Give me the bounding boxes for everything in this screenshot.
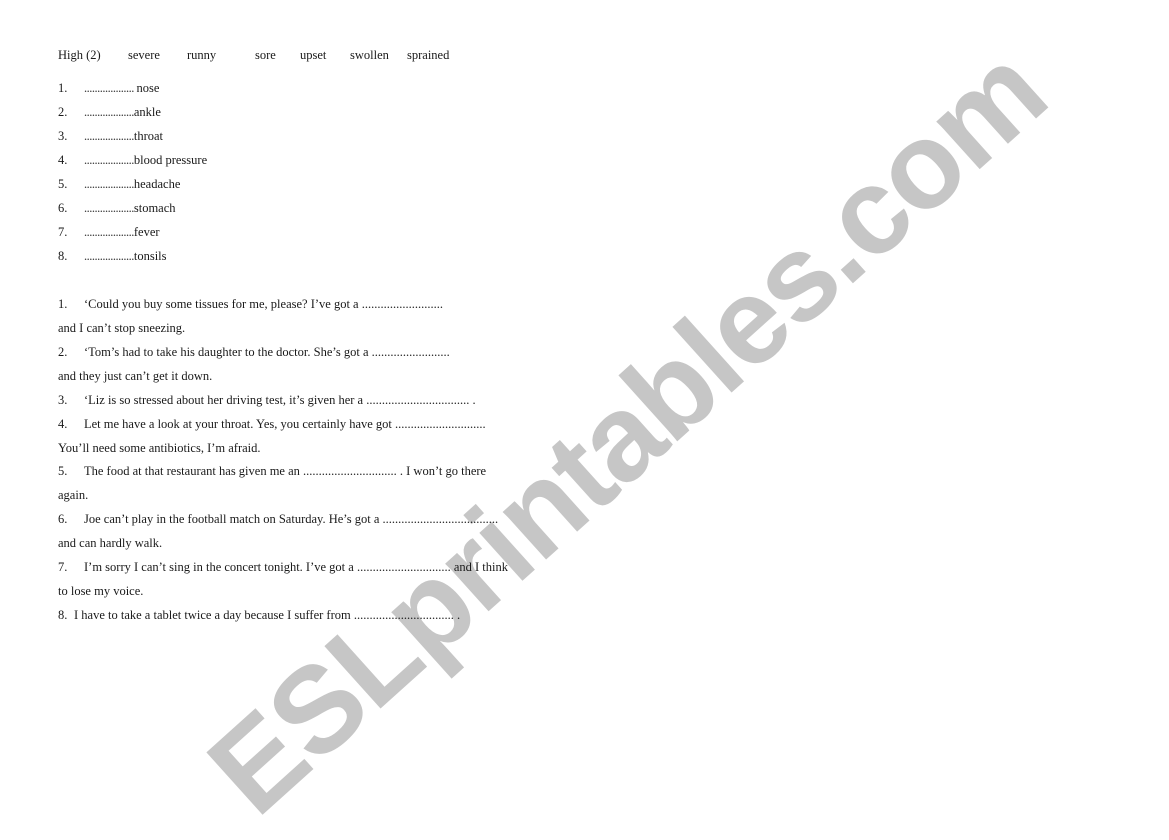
matching-item: 1.................... nose <box>58 81 160 95</box>
matching-item: 8. ...................tonsils <box>58 249 167 263</box>
sentence-text: I’m sorry I can’t sing in the concert to… <box>84 560 508 574</box>
sentence-continuation: and I can’t stop sneezing. <box>58 321 186 335</box>
sentence-text: Joe can’t play in the football match on … <box>84 512 499 526</box>
sentence-item: 5. The food at that restaurant has given … <box>58 464 487 478</box>
matching-item: 7. ...................fever <box>58 225 160 239</box>
answer-blank: ................... <box>84 153 134 167</box>
sentence-continuation: to lose my voice. <box>58 584 144 598</box>
sentence-item: 2. ‘Tom’s had to take his daughter to the… <box>58 345 450 359</box>
sentence-text: Let me have a look at your throat. Yes, … <box>84 417 486 431</box>
sentence-item: 3. ‘Liz is so stressed about her driving … <box>58 393 476 407</box>
word-bank: High (2) severe runny sore upset swollen sprai… <box>58 48 449 63</box>
sentence-continuation: again. <box>58 488 89 502</box>
answer-blank: ................... <box>84 249 134 263</box>
sentence-item: 6. Joe can’t play in the football match o… <box>58 512 499 526</box>
sentence-text: I have to take a tablet twice a day beca… <box>74 608 461 622</box>
sentence-text: ‘Liz is so stressed about her driving te… <box>84 393 476 407</box>
word-bank-item: sore <box>255 48 276 62</box>
sentence-text: The food at that restaurant has given me… <box>84 464 487 478</box>
word-bank-item: sprained <box>407 48 450 62</box>
sentence-continuation: You’ll need some antibiotics, I’m afraid… <box>58 441 261 455</box>
sentence-item: 4. Let me have a look at your throat. Yes… <box>58 417 486 431</box>
matching-item: 6. ...................stomach <box>58 201 176 215</box>
answer-blank: ................... <box>84 225 134 239</box>
answer-blank: ................... <box>84 105 134 119</box>
answer-blank: ................... <box>84 201 134 215</box>
matching-item: 2. ...................ankle <box>58 105 161 119</box>
word-bank-item: upset <box>300 48 327 62</box>
sentence-item: 1. ‘Could you buy some tissues for me, pl… <box>58 297 443 311</box>
sentence-continuation: and they just can’t get it down. <box>58 369 213 383</box>
answer-blank: ................... <box>84 81 137 95</box>
sentence-item: 8. I have to take a tablet twice a day be… <box>58 608 461 622</box>
sentence-continuation: and can hardly walk. <box>58 536 163 550</box>
sentence-text: ‘Could you buy some tissues for me, plea… <box>84 297 443 311</box>
sentence-text: ‘Tom’s had to take his daughter to the d… <box>84 345 450 359</box>
answer-blank: ................... <box>84 129 134 143</box>
matching-item: 3. ...................throat <box>58 129 164 143</box>
answer-blank: ................... <box>84 177 134 191</box>
word-bank-item: runny <box>187 48 217 62</box>
matching-item: 4. ...................blood pressure <box>58 153 208 167</box>
sentence-item: 7. I’m sorry I can’t sing in the concert … <box>58 560 508 574</box>
matching-item: 5. ...................headache <box>58 177 181 191</box>
word-bank-item: severe <box>128 48 160 62</box>
word-bank-item: swollen <box>350 48 389 62</box>
word-bank-item: High (2) <box>58 48 101 62</box>
